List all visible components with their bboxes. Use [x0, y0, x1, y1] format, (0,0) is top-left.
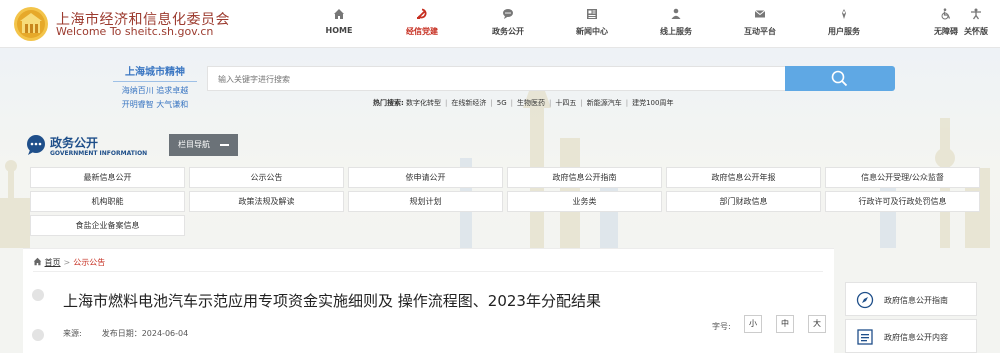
decorative-dot — [32, 289, 44, 301]
font-size-large-button[interactable]: 大 — [808, 315, 826, 333]
hot-keyword[interactable]: 建党100周年 — [632, 99, 673, 107]
category-public-supervision[interactable]: 信息公开受理/公众监督 — [825, 167, 980, 188]
article-source-label: 来源: — [63, 329, 82, 338]
category-institutional-functions[interactable]: 机构职能 — [30, 191, 185, 212]
collapse-icon — [220, 144, 229, 146]
home-icon — [334, 9, 344, 19]
newspaper-icon — [587, 9, 597, 19]
category-policies-regulations[interactable]: 政策法规及解读 — [189, 191, 344, 212]
search-box — [207, 66, 785, 91]
care-mode-icon — [971, 8, 981, 20]
breadcrumb-home[interactable]: 首页 — [45, 258, 61, 267]
divider — [33, 271, 823, 272]
nav-party-building[interactable]: 经信党建 — [382, 8, 462, 37]
user-service-icon — [842, 9, 846, 19]
list-document-icon — [857, 329, 873, 345]
category-planning[interactable]: 规划计划 — [348, 191, 503, 212]
category-on-request-disclosure[interactable]: 依申请公开 — [348, 167, 503, 188]
category-licensing-penalties[interactable]: 行政许可及行政处罚信息 — [825, 191, 980, 212]
logo-emblem-icon[interactable] — [13, 6, 49, 42]
city-spirit-line: 开明睿智 大气谦和 — [121, 100, 189, 109]
nav-user-service[interactable]: 用户服务 — [804, 8, 884, 37]
category-salt-enterprise-filing[interactable]: 食盐企业备案信息 — [30, 215, 185, 236]
sidebar-item-label: 政府信息公开内容 — [884, 333, 948, 342]
nav-news-center[interactable]: 新闻中心 — [552, 8, 632, 37]
site-header: 上海市经济和信息化委员会 Welcome To sheitc.sh.gov.cn… — [0, 0, 1000, 48]
article-meta: 来源: 发布日期：2024-06-04 — [63, 328, 188, 339]
search-input[interactable] — [208, 68, 785, 91]
sidebar-disclosure-content[interactable]: 政府信息公开内容 — [845, 319, 977, 353]
category-business[interactable]: 业务类 — [507, 191, 662, 212]
font-size-medium-button[interactable]: 中 — [776, 315, 794, 333]
nav-home[interactable]: HOME — [299, 8, 379, 35]
chat-bubble-icon — [27, 135, 45, 155]
nav-label: 用户服务 — [828, 27, 860, 36]
nav-online-service[interactable]: 线上服务 — [636, 8, 716, 37]
hot-search-bar: 热门搜索: 数字化转型 | 在线新经济 | 5G | 生物医药 | 十四五 | 新能源汽车 | 建党10… — [373, 99, 674, 107]
search-button[interactable] — [785, 66, 895, 91]
breadcrumb: 首页 > 公示公告 — [33, 257, 105, 268]
city-spirit-title: 上海城市精神 — [113, 63, 197, 82]
compass-icon — [856, 291, 874, 309]
category-disclosure-guide[interactable]: 政府信息公开指南 — [507, 167, 662, 188]
article-date: 发布日期：2024-06-04 — [101, 329, 189, 338]
column-nav-label: 栏目导航 — [178, 140, 210, 149]
party-emblem-icon — [417, 8, 427, 19]
section-subtitle: GOVERNMENT INFORMATION — [50, 150, 148, 157]
decorative-dot — [32, 329, 44, 341]
hot-search-label: 热门搜索: — [373, 99, 404, 107]
nav-label: 经信党建 — [406, 27, 438, 36]
envelope-icon — [754, 10, 766, 18]
wheelchair-icon — [941, 8, 951, 20]
category-announcements[interactable]: 公示公告 — [189, 167, 344, 188]
hot-keyword[interactable]: 生物医药 — [517, 99, 545, 107]
nav-gov-affairs[interactable]: 政务公开 — [468, 8, 548, 37]
category-department-finance[interactable]: 部门财政信息 — [666, 191, 821, 212]
nav-label: 线上服务 — [660, 27, 692, 36]
hot-keyword[interactable]: 数字化转型 — [406, 99, 441, 107]
font-size-small-button[interactable]: 小 — [744, 315, 762, 333]
hot-keyword[interactable]: 新能源汽车 — [587, 99, 622, 107]
sidebar-disclosure-guide[interactable]: 政府信息公开指南 — [845, 282, 977, 316]
sidebar-item-label: 政府信息公开指南 — [884, 296, 948, 305]
breadcrumb-current[interactable]: 公示公告 — [73, 258, 105, 267]
article-panel: 首页 > 公示公告 上海市燃料电池汽车示范应用专项资金实施细则及 操作流程图、202… — [23, 248, 834, 353]
search-icon — [831, 70, 848, 87]
column-nav-button[interactable]: 栏目导航 — [169, 134, 238, 156]
care-mode-label: 关怀版 — [964, 27, 988, 36]
article-title: 上海市燃料电池汽车示范应用专项资金实施细则及 操作流程图、2023年分配结果 — [63, 292, 601, 310]
nav-label: 新闻中心 — [576, 27, 608, 36]
city-spirit-panel: 上海城市精神 海纳百川 追求卓越 开明睿智 大气谦和 — [113, 63, 197, 110]
font-size-label: 字号: — [712, 322, 731, 331]
hot-keyword[interactable]: 在线新经济 — [451, 99, 486, 107]
home-icon — [33, 257, 42, 266]
nav-label: HOME — [325, 26, 353, 35]
care-mode-button[interactable]: 关怀版 — [956, 8, 996, 37]
nav-label: 互动平台 — [744, 27, 776, 36]
hot-keyword[interactable]: 十四五 — [555, 99, 576, 107]
nav-label: 政务公开 — [492, 27, 524, 36]
hot-keyword[interactable]: 5G — [497, 99, 507, 107]
nav-interaction-platform[interactable]: 互动平台 — [720, 8, 800, 37]
section-title: 政务公开 — [50, 136, 99, 150]
category-annual-report[interactable]: 政府信息公开年报 — [666, 167, 821, 188]
person-service-icon — [671, 8, 681, 19]
city-spirit-line: 海纳百川 追求卓越 — [121, 86, 189, 95]
category-latest-disclosure[interactable]: 最新信息公开 — [30, 167, 185, 188]
site-url: Welcome To sheitc.sh.gov.cn — [56, 25, 214, 38]
chat-bubble-icon — [503, 9, 513, 19]
